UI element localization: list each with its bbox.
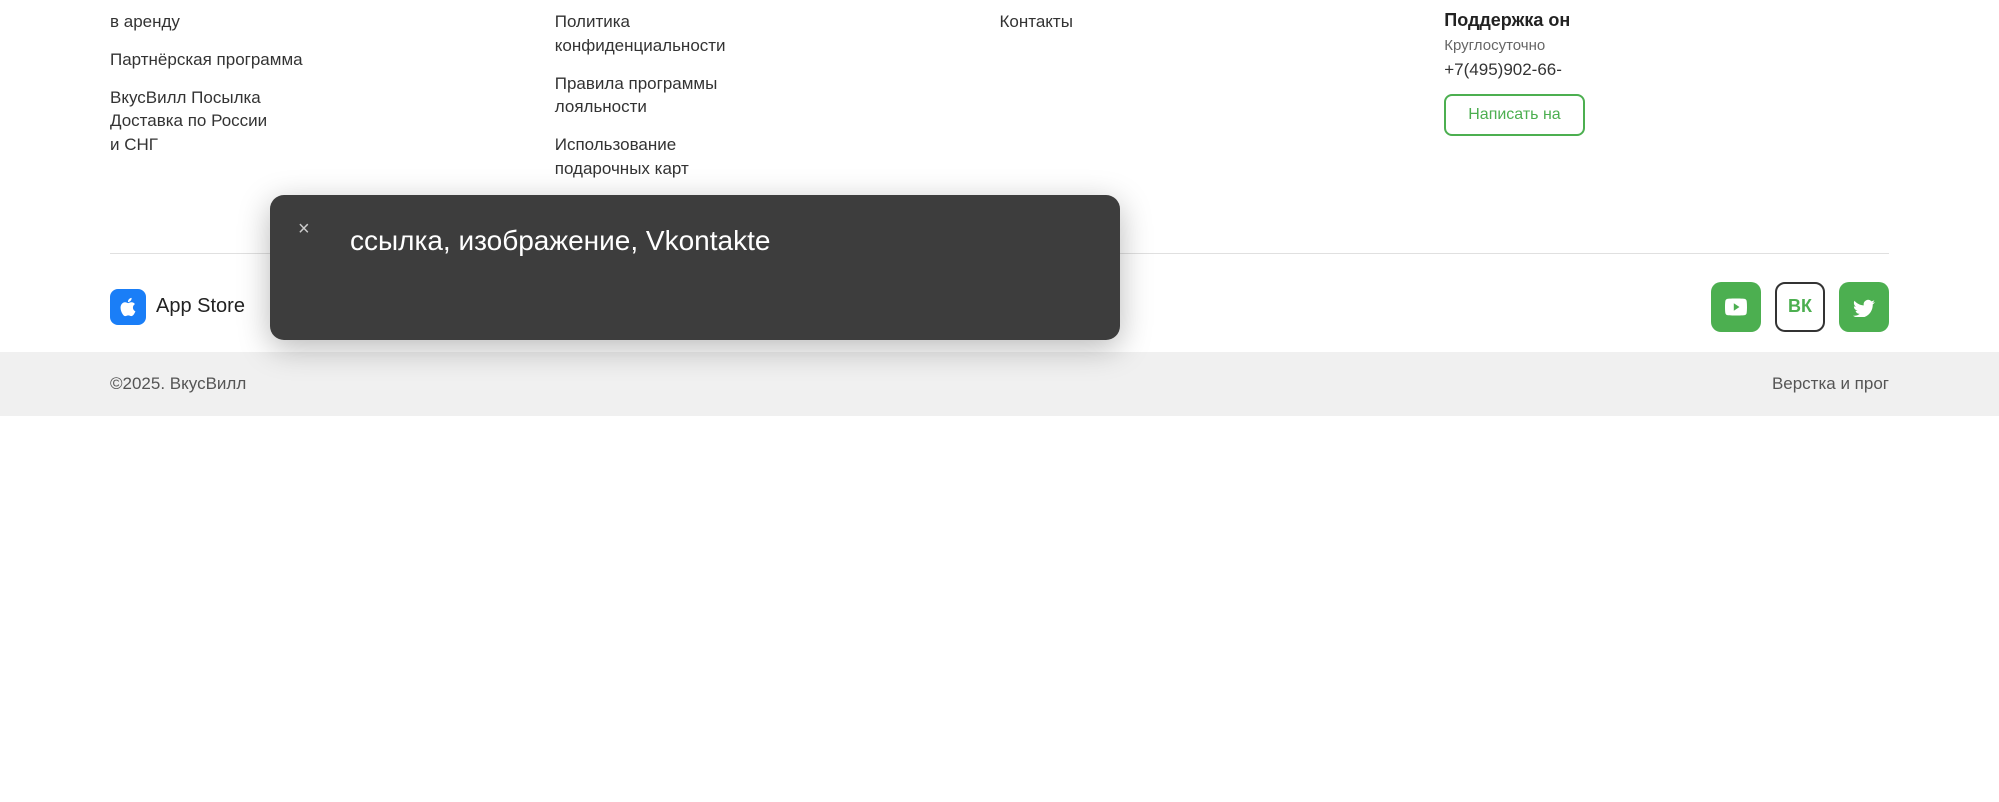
tooltip-close-button[interactable]: × <box>298 219 310 239</box>
appstore-label: App Store <box>156 295 245 318</box>
list-item: Политикаконфиденциальности <box>555 10 1000 58</box>
tooltip-box: × ссылка, изображение, Vkontakte <box>270 195 1120 340</box>
footer-link[interactable]: ВкусВилл ПосылкаДоставка по Россиии СНГ <box>110 88 267 155</box>
bottom-bar: ©2025. ВкусВилл Верстка и прог <box>0 352 1999 416</box>
appstore-link[interactable]: App Store <box>110 289 245 325</box>
list-item: Партнёрская программа <box>110 48 555 72</box>
support-subtitle: Круглосуточно <box>1444 37 1889 54</box>
footer-support-col: Поддержка он Круглосуточно +7(495)902-66… <box>1444 10 1889 233</box>
list-item: Использованиеподарочных карт <box>555 133 1000 181</box>
list-item: в аренду <box>110 10 555 34</box>
page-wrapper: в аренду Партнёрская программа ВкусВилл … <box>0 0 1999 802</box>
appstore-icon <box>110 289 146 325</box>
vk-button[interactable]: ВК <box>1775 282 1825 332</box>
footer-link[interactable]: Партнёрская программа <box>110 50 303 69</box>
support-phone: +7(495)902-66- <box>1444 60 1889 80</box>
youtube-button[interactable] <box>1711 282 1761 332</box>
footer-link[interactable]: Контакты <box>1000 12 1073 31</box>
list-item: Правила программылояльности <box>555 72 1000 120</box>
footer-link[interactable]: в аренду <box>110 12 180 31</box>
twitter-button[interactable] <box>1839 282 1889 332</box>
list-item: Контакты <box>1000 10 1445 34</box>
footer-link[interactable]: Политикаконфиденциальности <box>555 12 726 55</box>
footer-link[interactable]: Правила программылояльности <box>555 74 718 117</box>
support-title: Поддержка он <box>1444 10 1889 31</box>
list-item: ВкусВилл ПосылкаДоставка по Россиии СНГ <box>110 86 555 157</box>
copyright-text: ©2025. ВкусВилл <box>110 374 246 394</box>
tooltip-overlay: × ссылка, изображение, Vkontakte <box>270 195 1120 340</box>
social-icons: ВК <box>1711 282 1889 332</box>
verst-text: Верстка и прог <box>1772 374 1889 394</box>
tooltip-text: ссылка, изображение, Vkontakte <box>350 223 1084 259</box>
footer-link[interactable]: Использованиеподарочных карт <box>555 135 689 178</box>
vk-icon: ВК <box>1788 296 1812 317</box>
support-btn[interactable]: Написать на <box>1444 94 1584 136</box>
